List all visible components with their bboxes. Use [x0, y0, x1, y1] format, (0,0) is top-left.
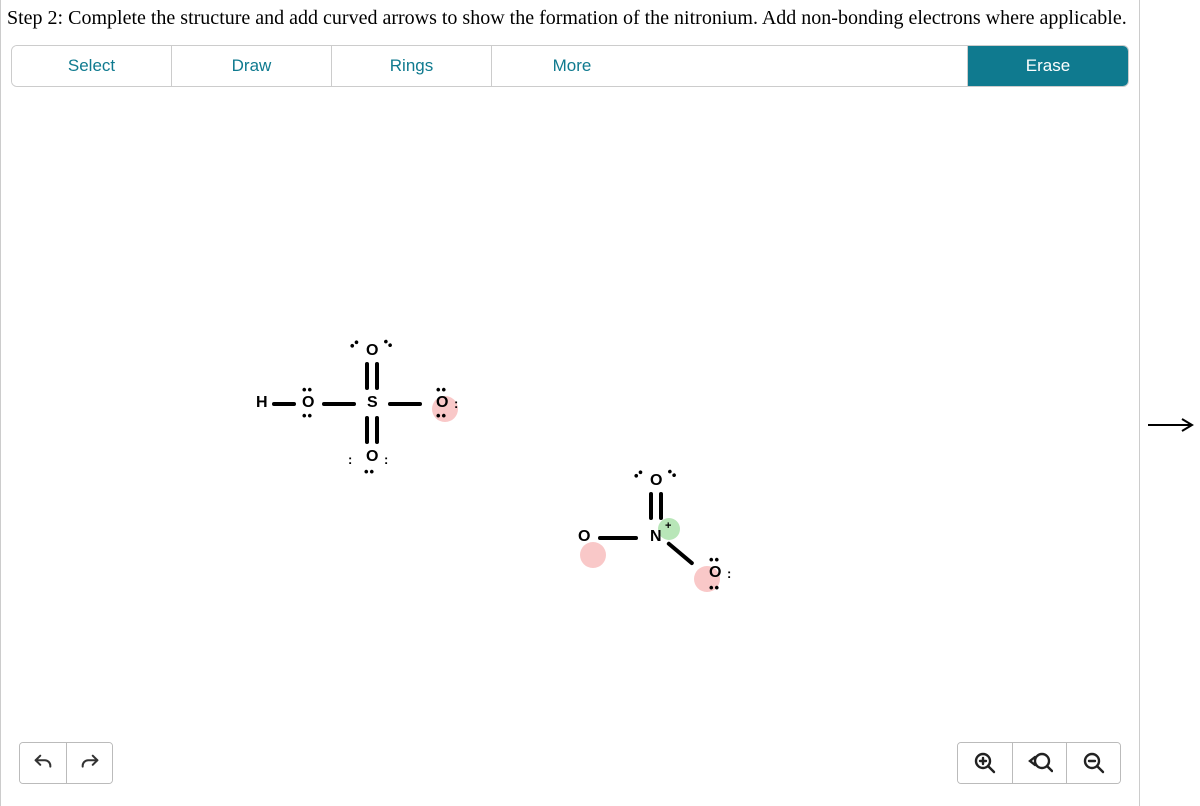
- toolbar-spacer: [652, 46, 968, 86]
- lone-pair: ••: [364, 464, 375, 479]
- lone-pair: ••: [663, 464, 681, 483]
- lone-pair: ••: [302, 408, 313, 423]
- undo-button[interactable]: [20, 743, 66, 783]
- lone-pair: :: [384, 452, 389, 467]
- double-bond: [365, 362, 379, 390]
- lone-pair: ••: [709, 552, 720, 567]
- structure-sulfuric-acid[interactable]: O •• •• S O : : •• O •• •• H: [256, 342, 496, 512]
- charge-plus: +: [665, 520, 671, 532]
- lone-pair: :: [348, 452, 353, 467]
- lone-pair: :: [454, 396, 459, 411]
- zoom-in-button[interactable]: [958, 743, 1012, 783]
- rings-tool-button[interactable]: Rings: [332, 46, 492, 86]
- editor-panel: Step 2: Complete the structure and add c…: [0, 0, 1140, 806]
- lone-pair: ••: [379, 334, 397, 353]
- single-bond: [666, 541, 695, 566]
- arrow-right-icon: [1148, 415, 1198, 435]
- atom-O-left: O: [578, 528, 590, 546]
- redo-button[interactable]: [66, 743, 112, 783]
- undo-icon: [32, 752, 54, 774]
- double-bond: [649, 492, 663, 520]
- lone-pair: ••: [302, 382, 313, 397]
- lone-pair: ••: [709, 580, 720, 595]
- zoom-out-icon: [1082, 751, 1106, 775]
- reset-zoom-button[interactable]: [1012, 743, 1066, 783]
- double-bond: [365, 416, 379, 444]
- reaction-arrow: [1148, 415, 1198, 440]
- lone-pair: ••: [436, 408, 447, 423]
- atom-H: H: [256, 394, 268, 412]
- history-button-group: [19, 742, 113, 784]
- structure-nitric-acid[interactable]: O •• •• N + O O •• : ••: [566, 472, 796, 622]
- single-bond: [322, 402, 356, 406]
- lone-pair: ••: [436, 382, 447, 397]
- atom-O-top: O: [366, 342, 378, 360]
- more-tool-button[interactable]: More: [492, 46, 652, 86]
- single-bond: [388, 402, 422, 406]
- lone-pair: :: [727, 566, 732, 581]
- select-tool-button[interactable]: Select: [12, 46, 172, 86]
- lone-pair: ••: [345, 334, 363, 353]
- reset-zoom-icon: [1027, 751, 1053, 775]
- drawing-canvas[interactable]: O •• •• S O : : •• O •• •• H: [1, 87, 1139, 727]
- single-bond: [272, 402, 296, 406]
- zoom-out-button[interactable]: [1066, 743, 1120, 783]
- toolbar: Select Draw Rings More Erase: [11, 45, 1129, 87]
- lone-pair: ••: [629, 464, 647, 483]
- zoom-in-icon: [973, 751, 997, 775]
- redo-icon: [79, 752, 101, 774]
- atom-O-top: O: [650, 472, 662, 490]
- single-bond: [598, 536, 638, 540]
- draw-tool-button[interactable]: Draw: [172, 46, 332, 86]
- atom-N: N: [650, 528, 662, 546]
- atom-S: S: [367, 394, 378, 412]
- zoom-button-group: [957, 742, 1121, 784]
- step-instruction: Step 2: Complete the structure and add c…: [1, 0, 1139, 43]
- erase-button[interactable]: Erase: [968, 46, 1128, 86]
